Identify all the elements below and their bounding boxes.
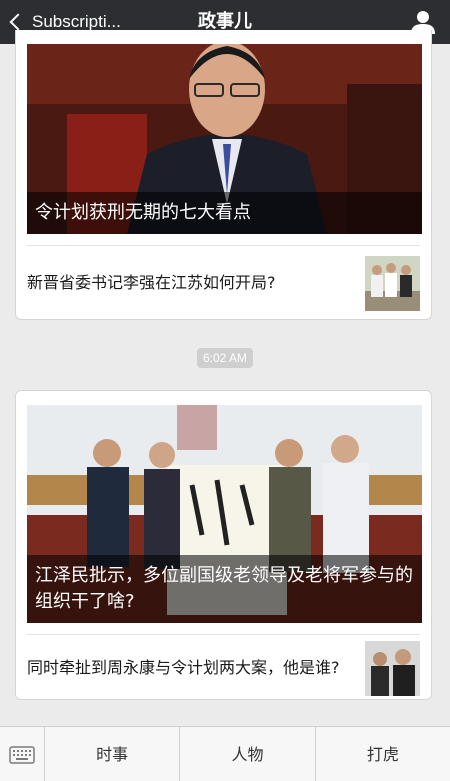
- chevron-left-icon: [9, 13, 27, 31]
- timestamp: 6:02 AM: [0, 347, 450, 368]
- cover-caption: 江泽民批示，多位副国级老领导及老将军参与的组织干了啥?: [27, 555, 422, 623]
- keyboard-toggle-button[interactable]: [0, 727, 45, 781]
- bottom-menu: 时事 人物 打虎: [0, 726, 450, 781]
- list-item-thumbnail: [365, 640, 420, 696]
- cover-caption: 令计划获刑无期的七大看点: [27, 192, 422, 234]
- message-card: 江泽民批示，多位副国级老领导及老将军参与的组织干了啥? 同时牵扯到周永康与令计划…: [15, 390, 432, 700]
- list-item[interactable]: 新晋省委书记李强在江苏如何开局?: [27, 245, 420, 319]
- message-card: 令计划获刑无期的七大看点 新晋省委书记李强在江苏如何开局?: [15, 30, 432, 320]
- keyboard-icon: [9, 745, 35, 764]
- menu-item-people[interactable]: 人物: [180, 727, 316, 781]
- list-item-thumbnail: [365, 255, 420, 311]
- back-label: Subscripti...: [32, 12, 121, 31]
- cover-article[interactable]: 江泽民批示，多位副国级老领导及老将军参与的组织干了啥?: [27, 405, 422, 623]
- timestamp-label: 6:02 AM: [196, 348, 254, 368]
- menu-item-tiger-hunt[interactable]: 打虎: [316, 727, 450, 781]
- list-item[interactable]: 同时牵扯到周永康与令计划两大案，他是谁?: [27, 634, 420, 699]
- cover-article[interactable]: 令计划获刑无期的七大看点: [27, 44, 422, 234]
- list-item-title: 同时牵扯到周永康与令计划两大案，他是谁?: [27, 658, 340, 677]
- menu-item-current-affairs[interactable]: 时事: [45, 727, 181, 781]
- list-item-title: 新晋省委书记李强在江苏如何开局?: [27, 273, 276, 292]
